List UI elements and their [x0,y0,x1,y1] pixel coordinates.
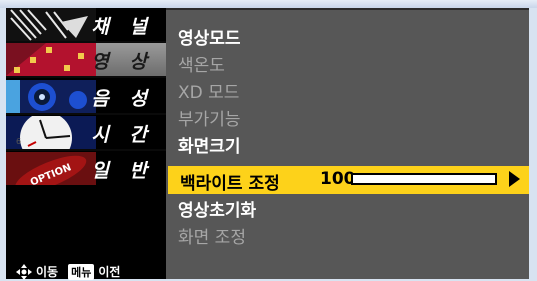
hint-move-label: 이동 [36,265,59,279]
menu-item-picture-reset[interactable]: 영상초기화 [178,196,256,221]
backlight-label: 백라이트 조정 [180,174,280,194]
menu-item-backlight[interactable]: 백라이트 조정 100 [168,166,529,194]
option-icon: OPTION [6,152,96,185]
navigation-hint: 이동 메뉴 이전 [16,263,120,280]
sidebar-item-label: 일 반 [91,160,154,182]
menu-item-color-temp[interactable]: 색온도 [178,51,225,76]
picture-icon [6,43,96,76]
sidebar-item-label: 채 널 [91,16,154,38]
sidebar-item-time[interactable]: 6 시 간 [6,116,166,149]
category-sidebar: 채 널 영 상 음 성 6 시 간 OPTION 일 반 이동 메뉴 이전 [6,8,166,280]
sidebar-divider [6,149,166,151]
sidebar-item-label: 음 성 [91,88,154,110]
menu-item-picture-mode[interactable]: 영상모드 [178,24,241,49]
sidebar-item-sound[interactable]: 음 성 [6,80,166,113]
clock-icon: 6 [6,116,96,149]
sidebar-item-channel[interactable]: 채 널 [6,8,166,41]
picture-settings-panel: 영상모드 색온도 XD 모드 부가기능 화면크기 영상초기화 화면 조정 [166,8,531,279]
right-frame [529,8,537,281]
tv-osd-menu: 채 널 영 상 음 성 6 시 간 OPTION 일 반 이동 메뉴 이전 영상… [0,0,537,281]
right-arrow-icon[interactable] [509,171,520,187]
menu-item-screen-size[interactable]: 화면크기 [178,132,241,157]
hint-prev-label: 이전 [98,265,121,279]
menu-key-badge: 메뉴 [68,263,95,280]
menu-item-xd-mode[interactable]: XD 모드 [178,78,239,103]
sidebar-item-label: 영 상 [91,51,154,73]
sidebar-item-label: 시 간 [91,124,154,146]
menu-item-extra-features[interactable]: 부가기능 [178,105,241,130]
sound-icon [6,80,96,113]
svg-text:6: 6 [16,137,21,146]
sidebar-item-picture[interactable]: 영 상 [6,43,166,76]
sidebar-divider [6,113,166,115]
sidebar-divider [6,76,166,78]
sidebar-item-general[interactable]: OPTION 일 반 [6,152,166,185]
dpad-icon [16,263,32,280]
channel-icon [6,8,96,41]
menu-item-screen-adjust[interactable]: 화면 조정 [178,223,246,248]
top-frame [0,0,537,8]
backlight-slider[interactable] [351,173,497,185]
